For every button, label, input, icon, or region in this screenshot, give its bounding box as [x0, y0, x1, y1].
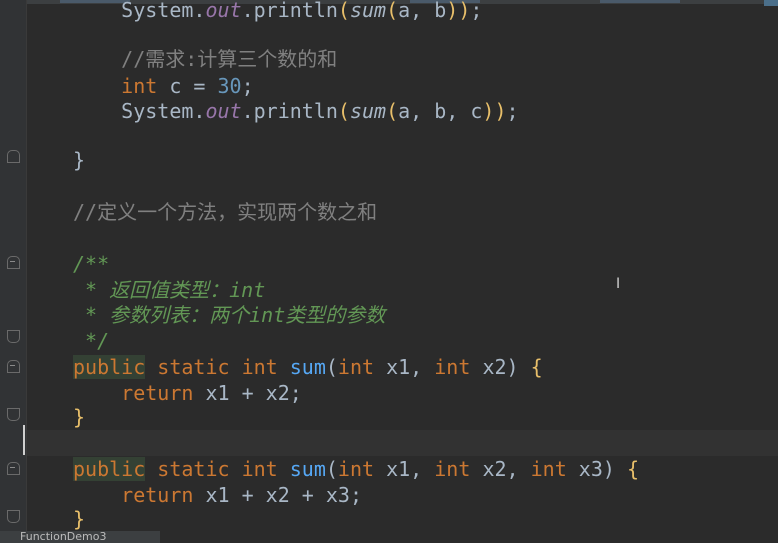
code-token: a, b [398, 0, 447, 22]
code-line[interactable] [27, 225, 778, 251]
code-line[interactable] [27, 173, 778, 199]
code-token: x1, [386, 457, 435, 481]
code-line[interactable]: /** [27, 251, 778, 277]
fold-marker-icon[interactable] [7, 150, 20, 163]
code-line[interactable]: //需求:计算三个数的和 [27, 46, 778, 72]
code-token: ( [337, 99, 350, 123]
code-token: a, b, c [398, 99, 483, 123]
code-token: ) [482, 99, 495, 123]
code-token: 30 [217, 74, 242, 98]
code-line[interactable]: } [27, 404, 778, 430]
fold-end-icon[interactable] [7, 510, 20, 523]
code-line[interactable]: * 参数列表：两个int类型的参数 [27, 302, 778, 328]
code-line[interactable]: } [27, 506, 778, 532]
code-token: ( [386, 0, 399, 22]
code-line[interactable]: public static int sum(int x1, int x2, in… [27, 456, 778, 482]
code-token: static int [145, 355, 290, 379]
code-token: //定义一个方法，实现两个数之和 [73, 200, 378, 224]
code-line[interactable]: return x1 + x2; [27, 380, 778, 406]
code-token: System. [73, 0, 206, 22]
code-token: x1 + x2; [205, 381, 302, 405]
editor-gutter [0, 0, 27, 543]
code-token: } [73, 507, 86, 531]
code-token: int [530, 457, 579, 481]
code-token: * 返回值类型：int [73, 278, 266, 302]
code-token: ) [446, 0, 459, 22]
code-token: static int [145, 457, 290, 481]
code-line[interactable]: return x1 + x2 + x3; [27, 482, 778, 508]
code-token: c = [169, 74, 218, 98]
code-token: } [73, 405, 86, 429]
code-token: /** [73, 252, 110, 276]
fold-end-icon[interactable] [7, 408, 20, 421]
code-token: .println [241, 0, 338, 22]
code-token: sum [289, 355, 326, 379]
code-token: //需求:计算三个数的和 [73, 47, 338, 71]
code-token: ( [337, 0, 350, 22]
code-token: ( [386, 99, 399, 123]
code-token: public [73, 457, 146, 481]
code-line[interactable]: //定义一个方法，实现两个数之和 [27, 199, 778, 225]
code-token: sum [349, 0, 387, 22]
code-token: ; [470, 0, 483, 22]
ibeam-cursor-icon: I [616, 276, 621, 292]
code-line[interactable]: int c = 30; [27, 73, 778, 99]
code-line[interactable]: System.out.println(sum(a, b, c)); [27, 98, 778, 124]
code-token: * 参数列表：两个int类型的参数 [73, 303, 386, 327]
fold-collapse-icon[interactable] [7, 256, 20, 269]
code-line[interactable]: public static int sum(int x1, int x2) { [27, 354, 778, 380]
code-token: x2, [482, 457, 531, 481]
code-token: ) [458, 0, 471, 22]
code-token: x2) [482, 355, 531, 379]
code-token: .println [241, 99, 338, 123]
code-token: */ [73, 329, 110, 353]
code-token: ; [241, 74, 254, 98]
code-token: int [434, 457, 483, 481]
text-caret [23, 425, 25, 455]
code-token: x1 + x2 + x3; [205, 483, 362, 507]
code-token: ( [325, 457, 338, 481]
code-line[interactable]: */ [27, 328, 778, 354]
code-line[interactable]: * 返回值类型：int [27, 277, 778, 303]
code-line[interactable]: System.out.println(sum(a, b)); [27, 0, 778, 23]
code-line[interactable] [27, 430, 778, 456]
code-token: return [73, 381, 206, 405]
code-token: { [530, 355, 543, 379]
code-token: out [205, 0, 242, 22]
fold-collapse-icon[interactable] [7, 462, 20, 475]
code-token: ( [325, 355, 338, 379]
code-line[interactable]: } [27, 147, 778, 173]
code-token: sum [289, 457, 326, 481]
code-token: int [73, 74, 170, 98]
code-token: System. [73, 99, 206, 123]
code-token: public [73, 355, 146, 379]
code-token: ) [494, 99, 507, 123]
code-token: { [626, 457, 639, 481]
code-token: int [337, 457, 387, 481]
code-token: int [337, 355, 387, 379]
code-token: out [205, 99, 242, 123]
code-token: } [73, 148, 86, 172]
code-token: int [434, 355, 483, 379]
fold-end-icon[interactable] [7, 330, 20, 343]
fold-collapse-icon[interactable] [7, 360, 20, 373]
code-token: return [73, 483, 206, 507]
code-token: ; [506, 99, 519, 123]
file-tab[interactable]: FunctionDemo3 [0, 531, 160, 543]
code-token: x1, [386, 355, 435, 379]
code-token: sum [349, 99, 387, 123]
code-editor[interactable]: System.out.println(sum(a, b)); //需求:计算三个… [27, 0, 778, 543]
code-token: x3) [578, 457, 627, 481]
